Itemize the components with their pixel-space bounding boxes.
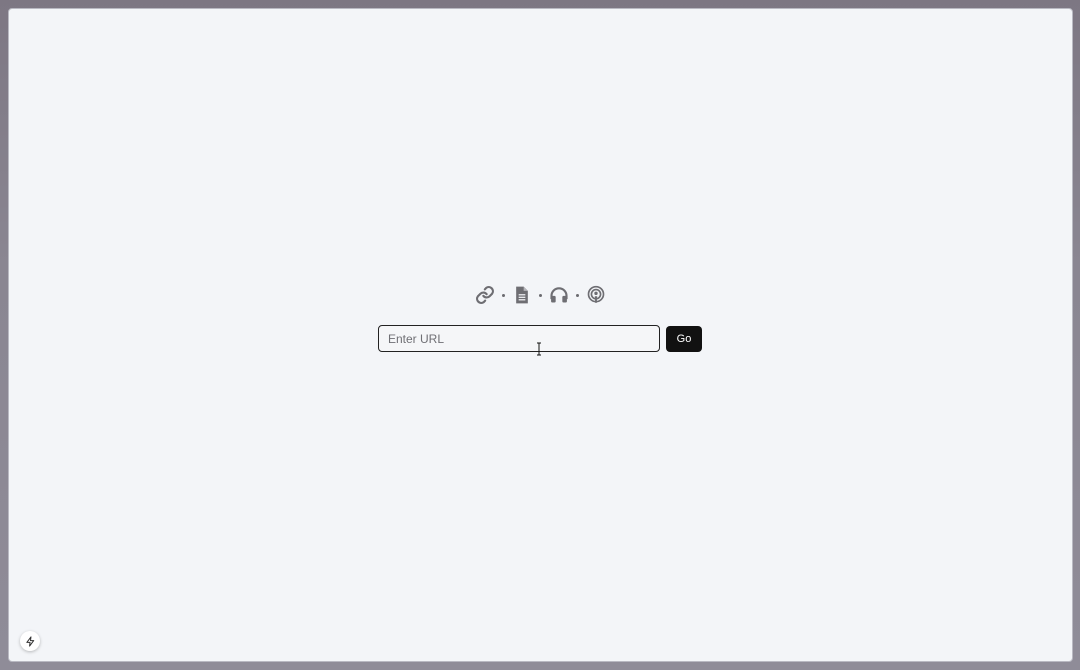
lightning-button[interactable] (20, 631, 40, 651)
url-input[interactable] (378, 325, 660, 352)
link-icon (474, 284, 496, 306)
source-type-icons (9, 284, 1072, 306)
podcast-icon (585, 284, 607, 306)
headphones-icon (548, 284, 570, 306)
text-cursor-icon (537, 342, 541, 356)
go-button[interactable]: Go (666, 325, 702, 352)
document-icon (511, 284, 533, 306)
app-window: Go (8, 8, 1073, 662)
separator-dot (576, 293, 579, 297)
separator-dot (539, 293, 542, 297)
lightning-icon (25, 635, 34, 647)
separator-dot (502, 293, 505, 297)
